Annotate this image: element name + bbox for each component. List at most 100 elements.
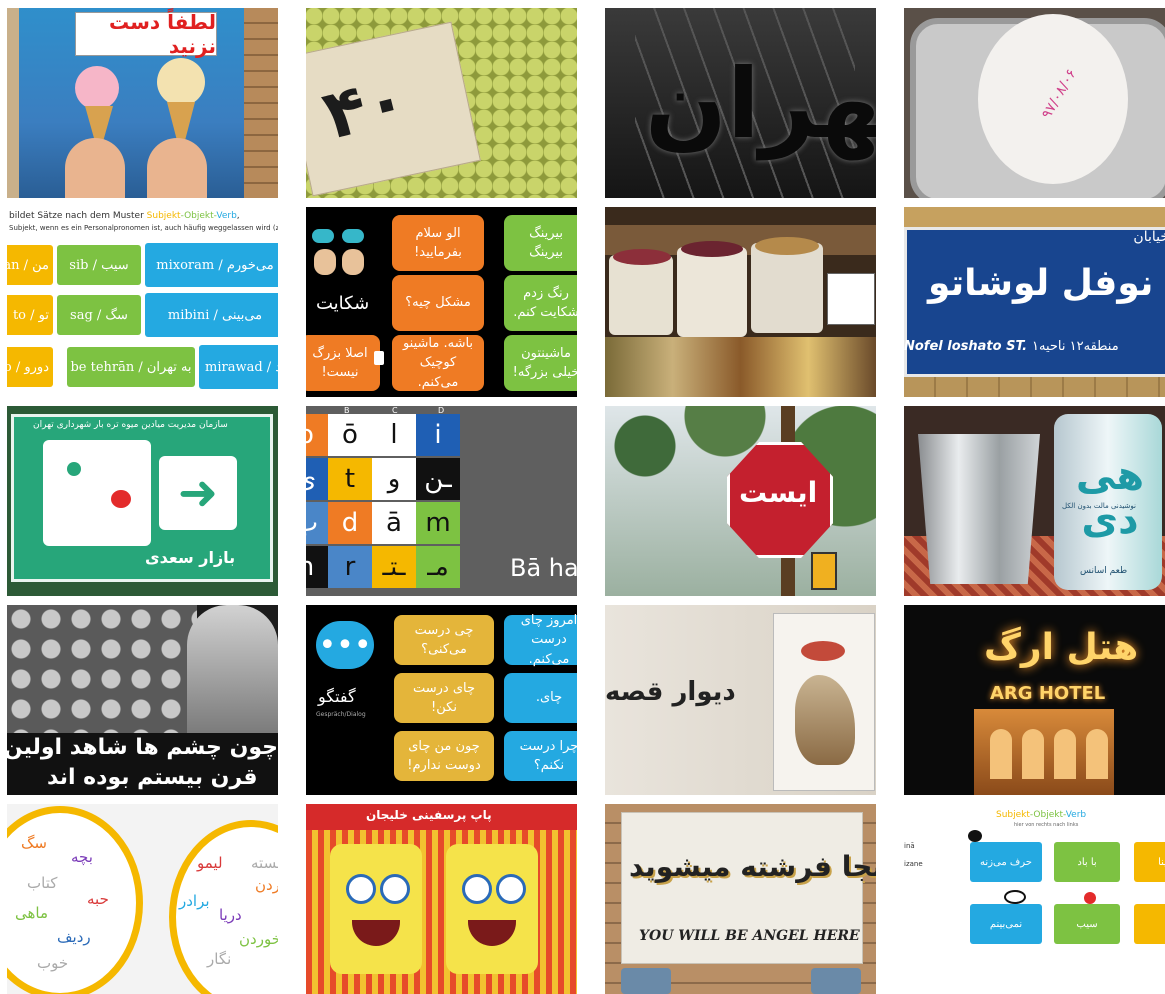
photo-street-sign[interactable]: خیابان نوفل لوشاتو منطقه۱۲ ناحیه۱ Nofel … xyxy=(904,207,1165,397)
hotel-name-farsi: هتل ارگ xyxy=(984,627,1139,668)
spice-berries xyxy=(681,241,743,257)
grid-cell-1-3: ا xyxy=(372,414,416,456)
photo-spongebob-stall[interactable]: پاپ پرسفینی خلیجان xyxy=(306,804,577,994)
eye-4 xyxy=(496,874,526,904)
market-place-name: بازار سعدی xyxy=(145,548,236,567)
grid-cell-4-2: r xyxy=(328,546,372,588)
word-left-5: ماهی xyxy=(15,904,49,922)
grid-cell-3-3: ā xyxy=(372,502,416,544)
photo-story-wall[interactable]: دیوار قصه xyxy=(605,605,876,795)
grid-cell-1-4: i xyxy=(416,414,460,456)
photo-market-sign[interactable]: سازمان مدیریت میادین میوه تره بار شهردار… xyxy=(7,406,278,596)
spongebob-right xyxy=(446,844,538,974)
subject-box-3: do / دورو xyxy=(7,347,53,387)
grid-cell-3-4: m xyxy=(416,502,460,544)
poster-title-shape xyxy=(801,641,845,661)
sack-3 xyxy=(751,243,823,333)
photo-grapes-price[interactable]: ۴۰ xyxy=(306,8,577,198)
photo-angel-sign[interactable]: شما اینجا فرشته میشوید YOU WILL BE ANGEL… xyxy=(605,804,876,994)
sov-title: Subjekt-Objekt-Verb xyxy=(996,810,1087,820)
dialog-bubble-7: ماشینتون خیلی بزرگه! xyxy=(504,335,577,391)
word-left-3: کتاب xyxy=(27,874,58,892)
memorial-line-2: قرن بیستم بوده اند xyxy=(47,765,258,790)
brick-wall xyxy=(244,8,278,198)
window-1 xyxy=(990,729,1012,779)
spice-bowls xyxy=(605,337,876,397)
pattern-intro: bildet Sätze nach dem Muster Subjekt-Obj… xyxy=(9,211,240,221)
tea-bubble-1: چی درست می‌کنی؟ xyxy=(394,615,494,665)
speech-icon-left xyxy=(312,229,334,243)
word-left-6: ردیف xyxy=(57,928,91,946)
spice-tan xyxy=(755,237,819,255)
tea-bubble-2: چای درست نکن! xyxy=(394,673,494,723)
word-left-1: سگ xyxy=(21,834,47,852)
dialog-title: گفتگو xyxy=(318,687,356,706)
pattern-note: Subjekt, wenn es ein Personalpronomen is… xyxy=(9,224,278,232)
grid-cell-2-2: t xyxy=(328,458,372,500)
metal-cup xyxy=(918,434,1040,584)
can-brand: هی دی xyxy=(1075,453,1145,543)
grid-cell-2-1: ی xyxy=(306,458,328,500)
grid-cell-4-1: h xyxy=(306,546,328,588)
photo-spice-bazaar[interactable] xyxy=(605,207,876,397)
slide-letter-grid[interactable]: B C D o ō ا i ی t و ـن ب d ā m h r ـتـ م… xyxy=(306,406,577,596)
dialog-subtitle: Gespräch/Dialog xyxy=(316,711,366,718)
tea-bubble-3: چون من چای دوست ندارم! xyxy=(394,731,494,781)
memorial-line-1: چون چشم ها شاهد اولین نسل کشی xyxy=(7,735,278,760)
sack-1 xyxy=(609,255,673,335)
word-right-2: کردن xyxy=(255,876,278,894)
hand-left xyxy=(65,138,125,198)
grid-cell-2-3: و xyxy=(372,458,416,500)
speech-icon-right xyxy=(342,229,364,243)
hotel-name-english: ARG HOTEL xyxy=(990,683,1106,704)
angel-farsi-text: شما اینجا فرشته میشوید xyxy=(629,850,876,883)
verb-box-3: mirawad / می‌رود xyxy=(199,345,278,389)
word-left-7: خوب xyxy=(37,954,69,972)
slide-sentence-pattern[interactable]: bildet Sätze nach dem Muster Subjekt-Obj… xyxy=(7,207,278,397)
slide-complaint-dialog[interactable]: شکایت الو سلام بفرمایید! مشکل چیه؟ باشه.… xyxy=(306,207,577,397)
plant-pot-left xyxy=(621,968,671,994)
chat-bubble-icon: ••• xyxy=(316,621,374,669)
market-org-text: سازمان مدیریت میادین میوه تره بار شهردار… xyxy=(33,420,228,430)
slide-tea-dialog[interactable]: ••• گفتگو Gespräch/Dialog چی درست می‌کنی… xyxy=(306,605,577,795)
sack-2 xyxy=(677,247,747,337)
person-icon-left xyxy=(314,249,336,275)
grid-cell-4-3: ـتـ xyxy=(372,546,416,588)
word-right-7: خسته xyxy=(251,854,278,872)
plant-pot-right xyxy=(811,968,861,994)
word-left-2: بچه xyxy=(71,848,93,866)
photo-ice-cream-sign[interactable]: لطفاً دست نزنید xyxy=(7,8,278,198)
speech-icon xyxy=(968,830,982,842)
slide-word-circles[interactable]: سگ بچه کتاب حبه ماهی ردیف خوب لیمو کردن … xyxy=(7,804,278,994)
street-sign-district: منطقه۱۲ ناحیه۱ xyxy=(1032,339,1119,354)
object-box-3: be tehrān / به تهران xyxy=(67,347,195,387)
person-head xyxy=(67,462,81,476)
photo-arg-hotel[interactable]: هتل ارگ ARG HOTEL xyxy=(904,605,1165,795)
eye-3 xyxy=(462,874,492,904)
subject-box-2: to / تو xyxy=(7,295,53,335)
dialog-title: شکایت xyxy=(316,293,370,314)
slide-sov-boxes[interactable]: Subjekt-Objekt-Verb hier von rechts nach… xyxy=(904,804,1165,994)
word-right-4: دریا xyxy=(219,906,242,924)
photo-malt-drink[interactable]: هی دی نوشیدنی مالت بدون الکل طعم اسانس xyxy=(904,406,1165,596)
tea-bubble-5: چای. xyxy=(504,673,577,723)
dialog-bubble-4: اصلا بزرگ نیست! xyxy=(306,335,380,391)
dialog-bubble-1: الو سلام بفرمایید! xyxy=(392,215,484,271)
photo-stamped-egg[interactable]: ۹۷/۰۸/۰۶ xyxy=(904,8,1165,198)
grid-cell-4-4: مـ xyxy=(416,546,460,588)
sov-box-subject-1: تینا xyxy=(1134,842,1165,882)
tea-bubble-6: چرا درست نکنم؟ xyxy=(504,731,577,781)
sov-box-verb-2: نمی‌بینم xyxy=(970,904,1042,944)
photo-memorial-banner[interactable]: چون چشم ها شاهد اولین نسل کشی قرن بیستم … xyxy=(7,605,278,795)
object-box-1: sib / سیب xyxy=(57,245,141,285)
stall-banner-text: پاپ پرسفینی خلیجان xyxy=(366,808,492,822)
tea-bubble-4: امروز چای درست می‌کنم. xyxy=(504,613,577,667)
photo-stop-sign[interactable]: ایست xyxy=(605,406,876,596)
do-not-touch-sign: لطفاً دست نزنید xyxy=(109,10,216,58)
grid-cell-1-2: ō xyxy=(328,414,372,456)
grid-cell-1-1: o xyxy=(306,414,328,456)
photo-tehran-letters[interactable]: تهران xyxy=(605,8,876,198)
dialog-bubble-2: مشکل چیه؟ xyxy=(392,275,484,331)
grid-caption: Bā ha xyxy=(510,554,577,582)
sov-box-object-2: سیب xyxy=(1054,904,1120,944)
